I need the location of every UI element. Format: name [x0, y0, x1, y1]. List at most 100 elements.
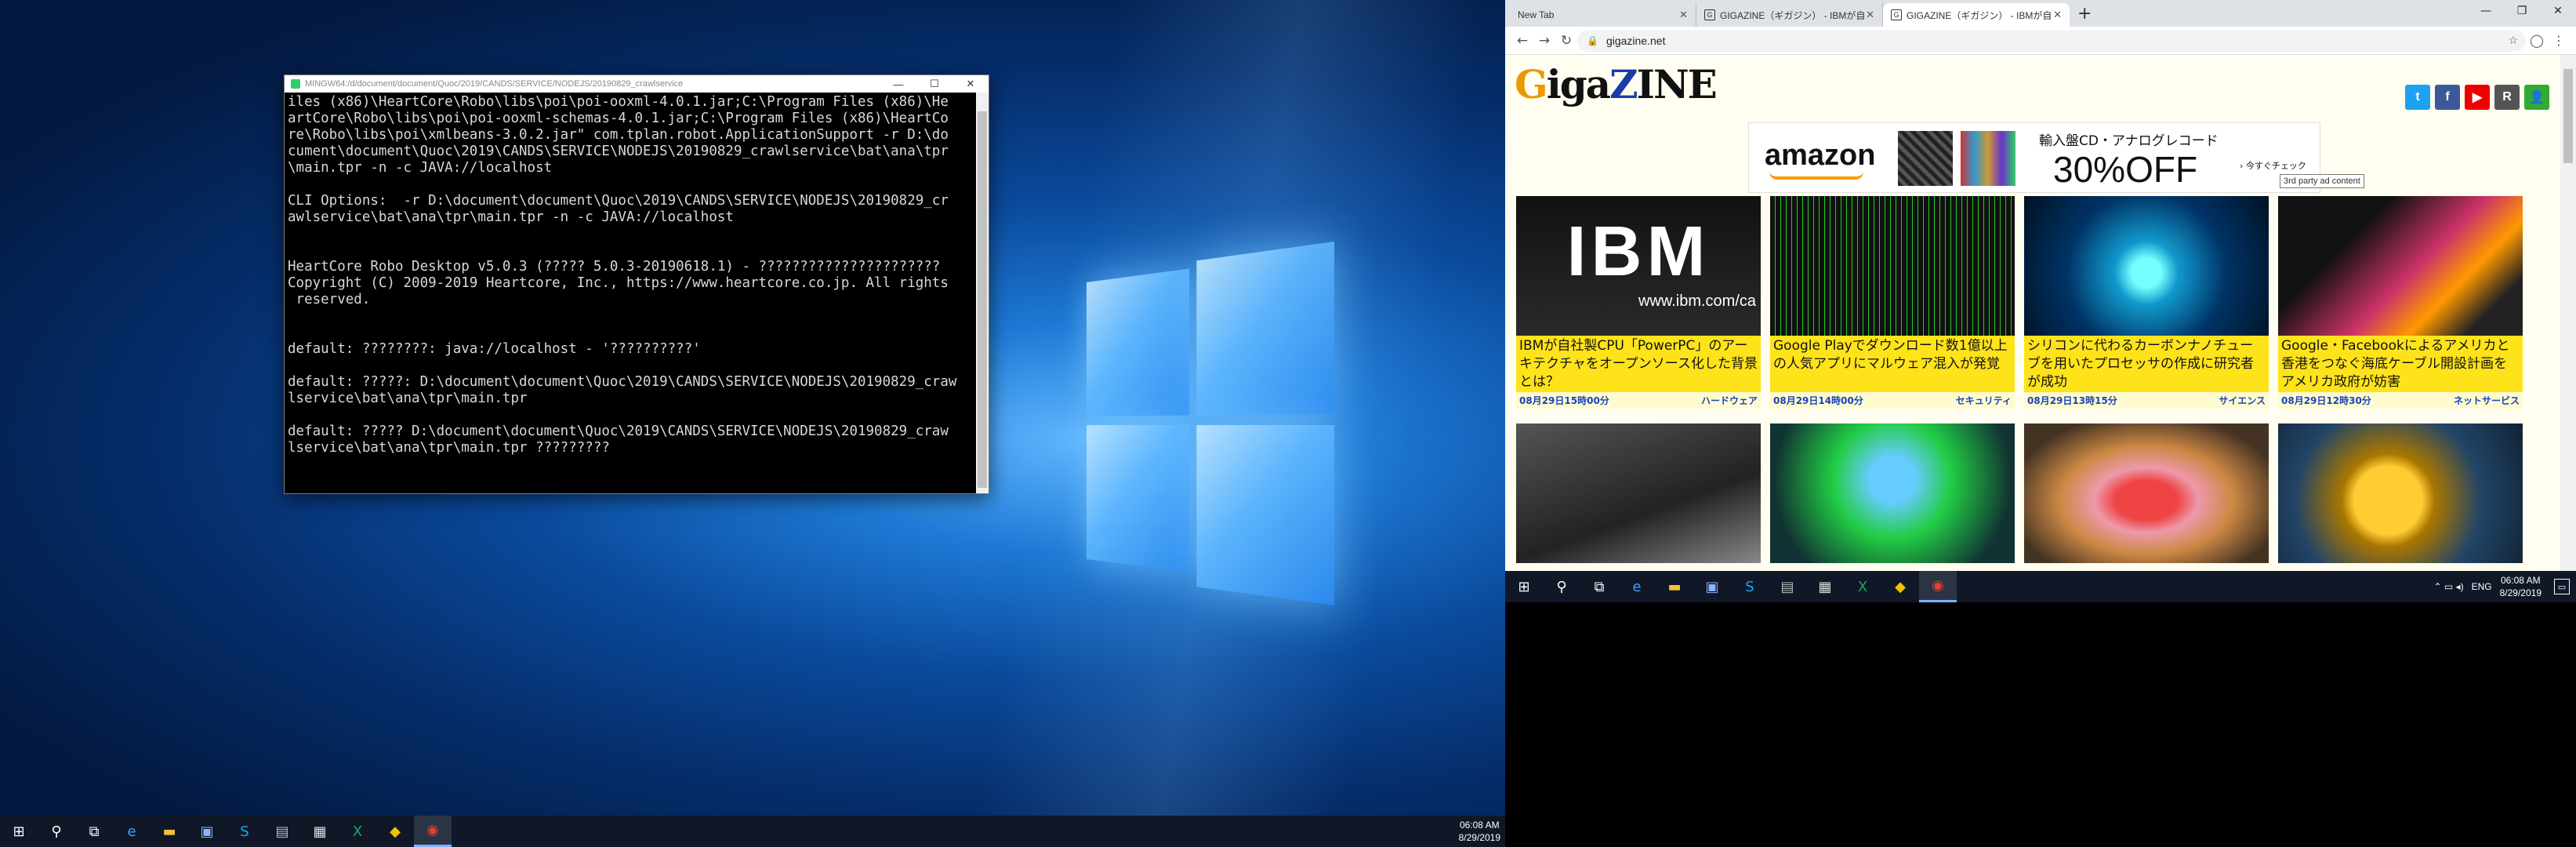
- article-category[interactable]: サイエンス: [2219, 394, 2266, 407]
- scrollbar-thumb[interactable]: [2563, 69, 2573, 163]
- close-tab-icon[interactable]: ✕: [2053, 9, 2062, 21]
- terminal-scrollbar[interactable]: [976, 93, 989, 493]
- edge-icon[interactable]: e: [113, 816, 151, 847]
- tab-strip: New Tab ✕ G GIGAZINE（ギガジン） - IBMが自 ✕ G G…: [1505, 0, 2576, 27]
- maximize-button[interactable]: ☐: [916, 78, 952, 90]
- ad-cta-link[interactable]: › 今すぐチェック: [2240, 159, 2306, 172]
- article-card[interactable]: シリコンに代わるカーボンナノチューブを用いたプロセッサの作成に研究者が成功 08月…: [2024, 196, 2269, 409]
- restore-button[interactable]: ❐: [2504, 0, 2540, 22]
- close-tab-icon[interactable]: ✕: [1866, 9, 1874, 21]
- edge-icon[interactable]: e: [1618, 571, 1656, 602]
- network-icon[interactable]: ▣: [188, 816, 226, 847]
- close-button[interactable]: ✕: [952, 78, 989, 90]
- notepad-icon[interactable]: ▦: [301, 816, 339, 847]
- article-thumbnail[interactable]: [1770, 196, 2015, 336]
- article-category[interactable]: セキュリティ: [1956, 394, 2012, 407]
- social-icon[interactable]: f: [2435, 85, 2460, 110]
- bookmark-star-icon[interactable]: ☆: [2508, 34, 2518, 47]
- task-view-icon[interactable]: ⧉: [1580, 571, 1618, 602]
- social-icon[interactable]: t: [2405, 85, 2430, 110]
- article-thumbnail[interactable]: [1516, 424, 1761, 563]
- app-icon[interactable]: ◆: [376, 816, 414, 847]
- scrollbar-thumb[interactable]: [978, 111, 987, 488]
- tab-gigazine-1[interactable]: G GIGAZINE（ギガジン） - IBMが自 ✕: [1696, 3, 1883, 27]
- article-card[interactable]: [1770, 424, 2015, 563]
- gigazine-logo[interactable]: GigaZINE: [1515, 61, 1718, 107]
- article-card[interactable]: IBM www.ibm.com/ca IBMが自社製CPU「PowerPC」のアーキ…: [1516, 196, 1761, 409]
- search-icon[interactable]: ⚲: [1543, 571, 1580, 602]
- address-bar[interactable]: 🔒 gigazine.net ☆: [1577, 29, 2526, 52]
- chrome-icon[interactable]: ◉: [1919, 571, 1957, 602]
- article-thumbnail[interactable]: [2024, 424, 2269, 563]
- notepad-icon[interactable]: ▦: [1806, 571, 1844, 602]
- clock-left[interactable]: 06:08 AM 8/29/2019: [1459, 819, 1500, 844]
- reload-icon[interactable]: ↻: [1555, 33, 1577, 49]
- terminal-icon[interactable]: ▤: [263, 816, 301, 847]
- window-controls: — ❐ ✕: [2468, 0, 2576, 22]
- minimize-button[interactable]: —: [880, 78, 916, 90]
- clock-right[interactable]: 06:08 AM 8/29/2019: [2500, 574, 2542, 599]
- chrome-icon[interactable]: ◉: [414, 816, 452, 847]
- terminal-line: lservice\bat\ana\tpr\main.tpr ?????????: [288, 440, 610, 456]
- minimize-button[interactable]: —: [2468, 0, 2504, 22]
- social-icon[interactable]: ▶: [2465, 85, 2490, 110]
- article-thumbnail[interactable]: [2278, 424, 2523, 563]
- windows-start-icon[interactable]: ⊞: [1505, 571, 1543, 602]
- terminal-icon[interactable]: ▤: [1769, 571, 1806, 602]
- article-card[interactable]: [2024, 424, 2269, 563]
- social-icon[interactable]: R: [2494, 85, 2520, 110]
- article-category[interactable]: ハードウェア: [1701, 394, 1758, 407]
- social-icon[interactable]: 👤: [2524, 85, 2549, 110]
- menu-icon[interactable]: ⋮: [2548, 33, 2570, 48]
- article-title[interactable]: Google・Facebookによるアメリカと香港をつなぐ海底ケーブル開設計画を…: [2278, 336, 2523, 392]
- page-scrollbar[interactable]: [2560, 55, 2576, 571]
- article-title[interactable]: IBMが自社製CPU「PowerPC」のアーキテクチャをオープンソース化した背景…: [1516, 336, 1761, 392]
- terminal-window[interactable]: MINGW64:/d/document/document/Quoc/2019/C…: [284, 75, 989, 494]
- language-indicator[interactable]: ENG: [2472, 581, 2492, 592]
- skype-icon[interactable]: S: [1731, 571, 1769, 602]
- excel-icon[interactable]: X: [339, 816, 376, 847]
- tab-gigazine-2[interactable]: G GIGAZINE（ギガジン） - IBMが自 ✕: [1883, 3, 2070, 27]
- amazon-ad-banner[interactable]: amazon 輸入盤CD・アナログレコード 30%OFF › 今すぐチェック: [1748, 122, 2320, 193]
- file-explorer-icon[interactable]: ▬: [151, 816, 188, 847]
- app-icon[interactable]: ◆: [1881, 571, 1919, 602]
- notification-icon[interactable]: ▭: [2554, 579, 2570, 594]
- network-icon[interactable]: ▣: [1693, 571, 1731, 602]
- close-button[interactable]: ✕: [2540, 0, 2576, 22]
- article-thumbnail[interactable]: [1770, 424, 2015, 563]
- article-title[interactable]: シリコンに代わるカーボンナノチューブを用いたプロセッサの作成に研究者が成功: [2024, 336, 2269, 392]
- article-thumbnail[interactable]: IBM www.ibm.com/ca: [1516, 196, 1761, 336]
- profile-icon[interactable]: ◯: [2526, 33, 2548, 48]
- excel-icon[interactable]: X: [1844, 571, 1881, 602]
- forward-icon[interactable]: →: [1533, 33, 1555, 49]
- terminal-output[interactable]: iles (x86)\HeartCore\Robo\libs\poi\poi-o…: [288, 94, 974, 492]
- search-icon[interactable]: ⚲: [38, 816, 75, 847]
- article-category[interactable]: ネットサービス: [2454, 394, 2520, 407]
- windows-logo-wallpaper: [1087, 242, 1334, 605]
- ad-headline: 輸入盤CD・アナログレコード: [2039, 133, 2219, 149]
- terminal-title: MINGW64:/d/document/document/Quoc/2019/C…: [305, 79, 684, 89]
- tab-new-tab[interactable]: New Tab ✕: [1510, 3, 1696, 27]
- new-tab-button[interactable]: +: [2070, 4, 2099, 27]
- task-view-icon[interactable]: ⧉: [75, 816, 113, 847]
- article-card[interactable]: Google・Facebookによるアメリカと香港をつなぐ海底ケーブル開設計画を…: [2278, 196, 2523, 409]
- windows-start-icon[interactable]: ⊞: [0, 816, 38, 847]
- tray-icons[interactable]: ⌃ ▭ ◂): [2434, 581, 2464, 592]
- back-icon[interactable]: ←: [1511, 33, 1533, 49]
- article-card[interactable]: Google Playでダウンロード数1億以上の人気アプリにマルウェア混入が発覚…: [1770, 196, 2015, 409]
- file-explorer-icon[interactable]: ▬: [1656, 571, 1693, 602]
- article-thumbnail[interactable]: [2278, 196, 2523, 336]
- skype-icon[interactable]: S: [226, 816, 263, 847]
- social-links: t f ▶ R 👤: [2405, 85, 2549, 110]
- terminal-titlebar[interactable]: MINGW64:/d/document/document/Quoc/2019/C…: [285, 75, 989, 93]
- browser-window[interactable]: New Tab ✕ G GIGAZINE（ギガジン） - IBMが自 ✕ G G…: [1505, 0, 2576, 571]
- article-thumbnail[interactable]: [2024, 196, 2269, 336]
- article-card[interactable]: [2278, 424, 2523, 563]
- terminal-line: Copyright (C) 2009-2019 Heartcore, Inc.,…: [288, 275, 949, 291]
- article-date: 08月29日13時15分: [2027, 395, 2117, 406]
- article-title[interactable]: Google Playでダウンロード数1億以上の人気アプリにマルウェア混入が発覚: [1770, 336, 2015, 392]
- article-card[interactable]: [1516, 424, 1761, 563]
- lock-icon[interactable]: 🔒: [1587, 35, 1598, 46]
- close-tab-icon[interactable]: ✕: [1679, 9, 1688, 21]
